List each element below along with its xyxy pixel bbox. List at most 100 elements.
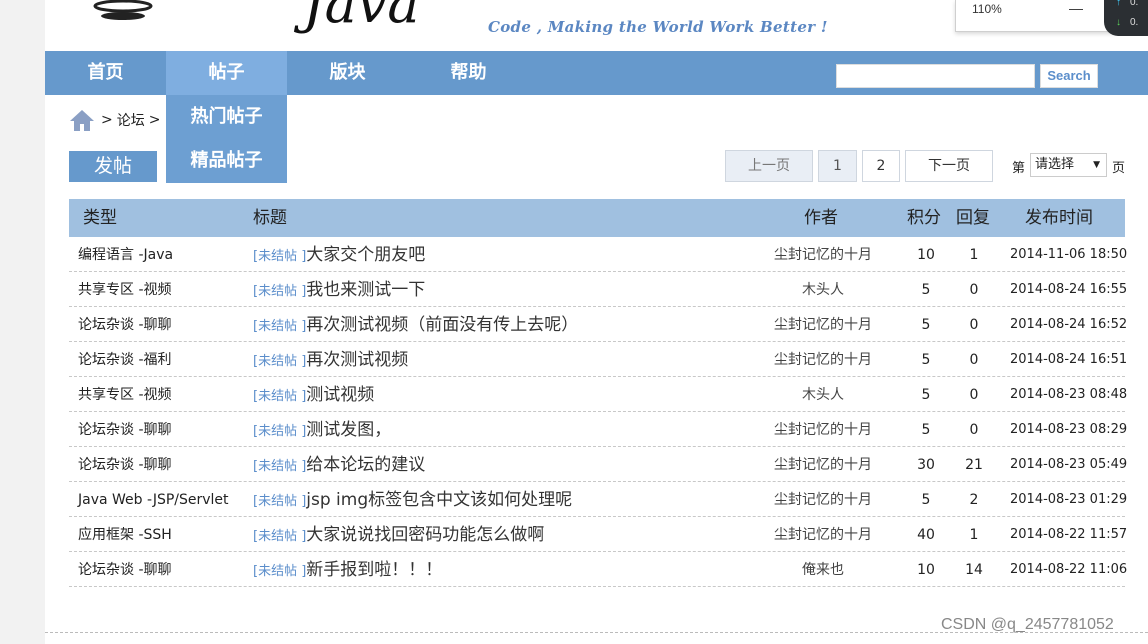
post-author[interactable]: 尘封记忆的十月 (759, 482, 887, 518)
post-category[interactable]: 编程语言 -Java (78, 237, 173, 273)
post-category[interactable]: 论坛杂谈 -福利 (78, 342, 172, 378)
table-row[interactable]: 论坛杂谈 -福利 [未结帖 ]再次测试视频 尘封记忆的十月 5 0 2014-08-24 … (69, 342, 1128, 380)
post-category[interactable]: 应用框架 -SSH (78, 517, 172, 553)
download-arrow-icon: ↓ (1116, 17, 1121, 28)
post-category[interactable]: 论坛杂谈 -聊聊 (78, 412, 172, 448)
post-title-cell: [未结帖 ]jsp img标签包含中文该如何处理呢 (253, 482, 572, 520)
table-row[interactable]: Java Web -JSP/Servlet [未结帖 ]jsp img标签包含中文… (69, 482, 1128, 520)
post-status-tag: [未结帖 ] (253, 529, 307, 544)
page-number-2[interactable]: 2 (862, 150, 900, 182)
post-reply-count: 2 (969, 492, 979, 508)
menu-item-featured-posts[interactable]: 精品帖子 (166, 141, 287, 181)
post-title-cell: [未结帖 ]大家交个朋友吧 (253, 237, 425, 275)
post-author[interactable]: 尘封记忆的十月 (759, 412, 887, 448)
post-status-tag: [未结帖 ] (253, 284, 307, 299)
post-title-link[interactable]: 测试发图， (306, 420, 391, 440)
post-reply-count: 0 (969, 282, 979, 298)
post-title-link[interactable]: 我也来测试一下 (306, 280, 425, 300)
prev-page-button[interactable]: 上一页 (725, 150, 813, 182)
post-author[interactable]: 尘封记忆的十月 (759, 237, 887, 273)
post-title-link[interactable]: 再次测试视频（前面没有传上去呢） (306, 315, 578, 335)
zoom-out-button[interactable]: — (1069, 0, 1083, 16)
home-icon[interactable] (69, 108, 95, 132)
breadcrumb-separator: > (101, 112, 113, 128)
post-category[interactable]: 论坛杂谈 -聊聊 (78, 552, 172, 588)
java-cup-logo-icon (93, 0, 153, 20)
post-author[interactable]: 尘封记忆的十月 (759, 447, 887, 483)
new-post-button[interactable]: 发帖 (69, 151, 157, 182)
post-time: 2014-08-23 08:48 (1010, 387, 1128, 402)
menu-item-hot-posts[interactable]: 热门帖子 (166, 97, 287, 137)
post-time: 2014-08-23 01:29 (1010, 492, 1128, 507)
post-title-link[interactable]: 大家说说找回密码功能怎么做啊 (306, 525, 544, 545)
search-button[interactable]: Search (1040, 64, 1098, 88)
post-author[interactable]: 木头人 (759, 272, 887, 308)
post-reply-count: 21 (965, 457, 983, 473)
post-score: 5 (921, 282, 931, 298)
header-time: 发布时间 (1025, 208, 1093, 228)
post-score: 5 (921, 317, 931, 333)
post-author[interactable]: 俺来也 (759, 552, 887, 588)
post-reply-count: 1 (969, 247, 979, 263)
post-reply-count: 0 (969, 352, 979, 368)
nav-item-home[interactable]: 首页 (45, 51, 166, 95)
table-row[interactable]: 论坛杂谈 -聊聊 [未结帖 ]给本论坛的建议 尘封记忆的十月 30 21 2014-08-… (69, 447, 1127, 483)
post-reply-count: 14 (965, 562, 983, 578)
page-select[interactable]: 请选择 ▼ (1030, 153, 1107, 177)
post-status-tag: [未结帖 ] (253, 494, 307, 509)
network-speed-widget: ↑ 0. ↓ 0. (1104, 0, 1148, 36)
page-number-1[interactable]: 1 (818, 150, 857, 182)
post-score: 5 (921, 352, 931, 368)
post-title-link[interactable]: 大家交个朋友吧 (306, 245, 425, 265)
main-nav: 首页 帖子 版块 帮助 Search (45, 51, 1148, 95)
post-score: 40 (917, 527, 935, 543)
forum-page: Java Code , Making the World Work Better… (45, 0, 1148, 644)
table-row[interactable]: 论坛杂谈 -聊聊 [未结帖 ]再次测试视频（前面没有传上去呢） 尘封记忆的十月 5 0 2… (69, 307, 1128, 343)
post-title-cell: [未结帖 ]大家说说找回密码功能怎么做啊 (253, 517, 544, 555)
page-select-value: 请选择 (1035, 157, 1075, 172)
post-status-tag: [未结帖 ] (253, 354, 307, 369)
post-reply-count: 0 (969, 317, 979, 333)
upload-arrow-icon: ↑ (1116, 0, 1121, 8)
header-score: 积分 (907, 208, 941, 228)
post-category[interactable]: 论坛杂谈 -聊聊 (78, 447, 172, 483)
header-author: 作者 (804, 208, 838, 228)
breadcrumb-forum-link[interactable]: 论坛 (117, 110, 145, 130)
nav-item-boards[interactable]: 版块 (287, 51, 408, 95)
post-category[interactable]: 共享专区 -视频 (78, 377, 172, 413)
posts-table: 类型 标题 作者 积分 回复 发布时间 编程语言 -Java [未结帖 ]大家交个… (69, 199, 1128, 588)
post-category[interactable]: Java Web -JSP/Servlet (78, 482, 229, 518)
post-time: 2014-08-24 16:52 (1010, 317, 1128, 332)
header-type: 类型 (83, 208, 117, 228)
table-row[interactable]: 论坛杂谈 -聊聊 [未结帖 ]测试发图， 尘封记忆的十月 5 0 2014-08-23 0… (69, 412, 1127, 448)
table-row[interactable]: 共享专区 -视频 [未结帖 ]测试视频 木头人 5 0 2014-08-23 08:48 (69, 377, 1128, 413)
post-title-link[interactable]: 再次测试视频 (306, 350, 408, 370)
post-author[interactable]: 木头人 (759, 377, 887, 413)
table-row[interactable]: 共享专区 -视频 [未结帖 ]我也来测试一下 木头人 5 0 2014-08-24 16:… (69, 272, 1128, 308)
post-author[interactable]: 尘封记忆的十月 (759, 342, 887, 378)
post-category[interactable]: 共享专区 -视频 (78, 272, 172, 308)
post-status-tag: [未结帖 ] (253, 424, 307, 439)
post-category[interactable]: 论坛杂谈 -聊聊 (78, 307, 172, 343)
post-time: 2014-08-24 16:55 (1010, 282, 1128, 297)
post-status-tag: [未结帖 ] (253, 459, 307, 474)
post-title-link[interactable]: 新手报到啦！！！ (306, 560, 442, 580)
post-status-tag: [未结帖 ] (253, 564, 307, 579)
table-row[interactable]: 应用框架 -SSH [未结帖 ]大家说说找回密码功能怎么做啊 尘封记忆的十月 40 1 2… (69, 517, 1127, 555)
post-title-link[interactable]: 给本论坛的建议 (306, 455, 425, 475)
post-score: 10 (917, 247, 935, 263)
table-row[interactable]: 编程语言 -Java [未结帖 ]大家交个朋友吧 尘封记忆的十月 10 1 2014-11… (69, 237, 1127, 275)
table-row[interactable]: 论坛杂谈 -聊聊 [未结帖 ]新手报到啦！！！ 俺来也 10 14 2014-08-22 … (69, 552, 1127, 588)
post-title-cell: [未结帖 ]再次测试视频 (253, 342, 408, 380)
post-title-link[interactable]: jsp img标签包含中文该如何处理呢 (306, 490, 572, 510)
post-title-link[interactable]: 测试视频 (306, 385, 374, 405)
post-score: 30 (917, 457, 935, 473)
left-gutter (0, 0, 45, 644)
post-author[interactable]: 尘封记忆的十月 (759, 307, 887, 343)
post-time: 2014-08-24 16:51 (1010, 352, 1128, 367)
nav-item-posts[interactable]: 帖子 (166, 51, 287, 95)
next-page-button[interactable]: 下一页 (905, 150, 993, 182)
nav-item-help[interactable]: 帮助 (408, 51, 529, 95)
search-input[interactable] (836, 64, 1035, 88)
post-author[interactable]: 尘封记忆的十月 (759, 517, 887, 553)
